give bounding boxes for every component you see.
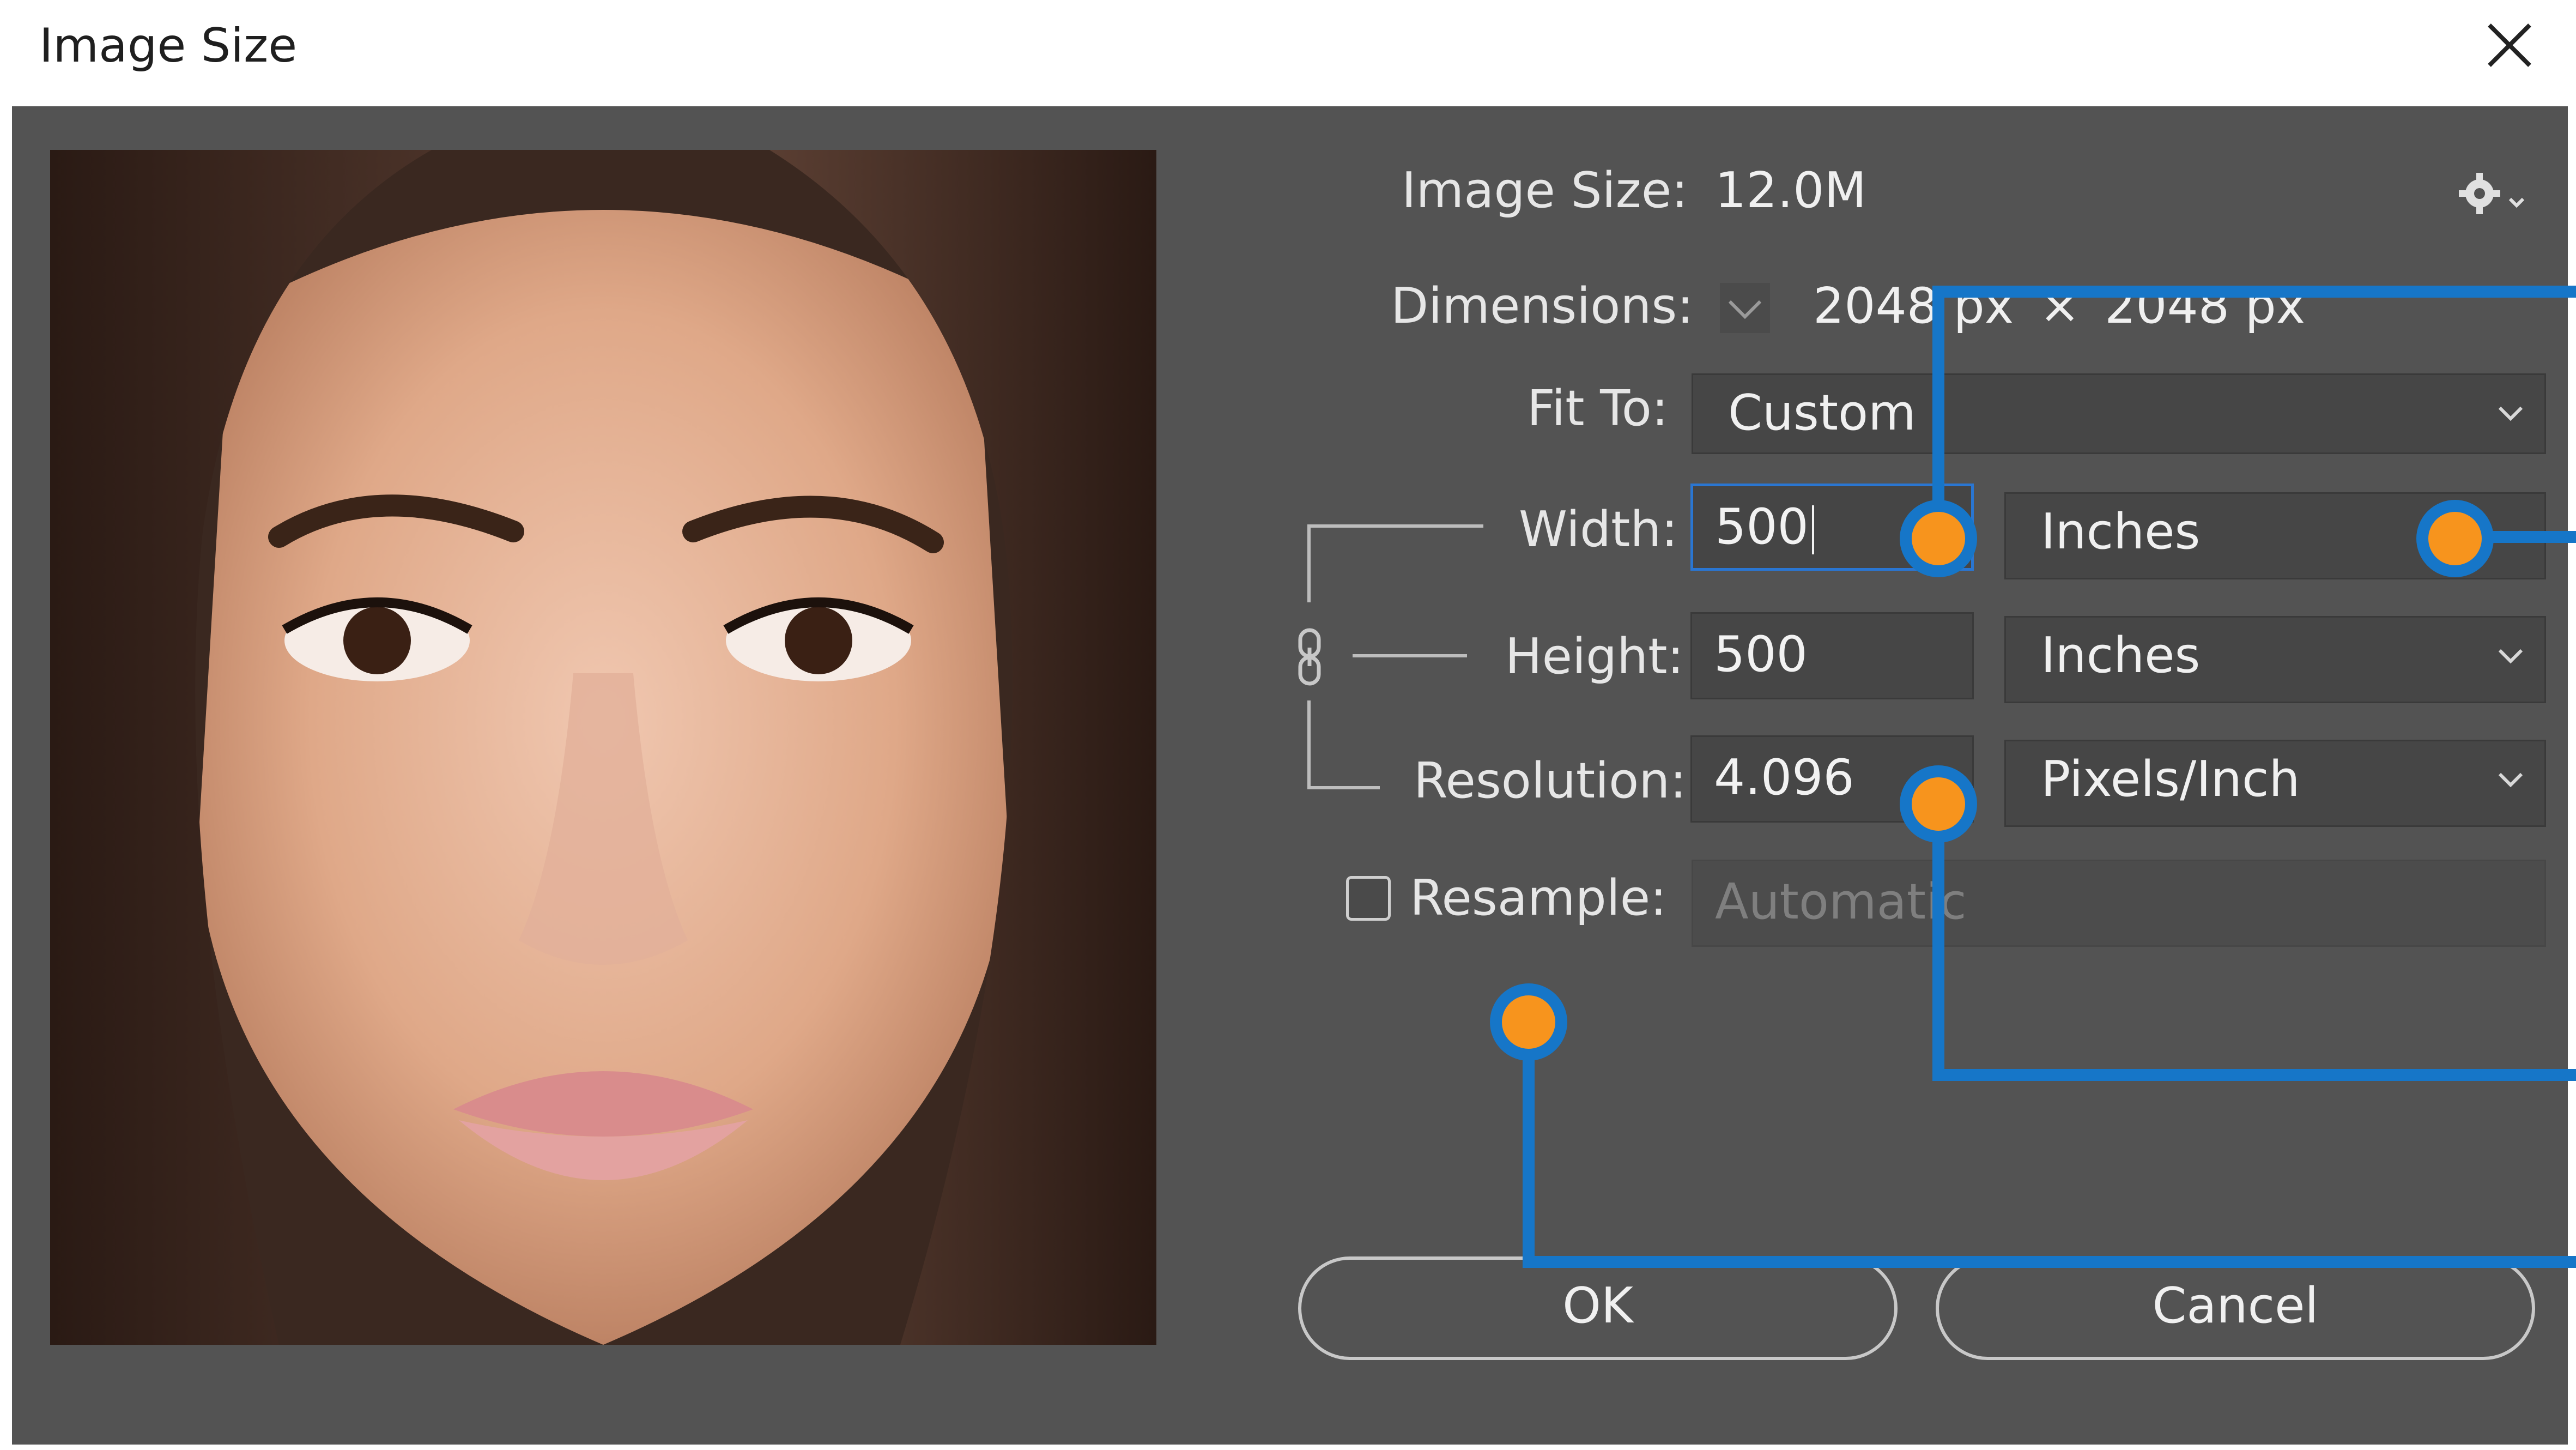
chevron-down-icon (2498, 772, 2523, 788)
cancel-button[interactable]: Cancel (1936, 1256, 2535, 1360)
image-size-label: Image Size: (1402, 162, 1688, 219)
ok-button[interactable]: OK (1298, 1256, 1898, 1360)
fit-to-select[interactable]: Custom (1692, 373, 2546, 454)
height-label: Height: (1505, 628, 1684, 685)
chevron-down-icon (2498, 406, 2523, 421)
chevron-down-icon[interactable] (1718, 281, 1772, 335)
resample-checkbox[interactable] (1346, 876, 1391, 921)
width-value: 500 (1715, 498, 1809, 555)
dimensions-height-value: 2048 px (2105, 277, 2306, 335)
dimensions-label: Dimensions: (1391, 277, 1694, 335)
portrait-preview-image (50, 150, 1156, 1345)
image-size-value: 12.0M (1715, 162, 1867, 219)
fit-to-label: Fit To: (1527, 380, 1669, 437)
height-unit-select[interactable]: Inches (2004, 616, 2546, 703)
resample-method-select: Automatic (1692, 860, 2546, 947)
chain-link-icon[interactable] (1294, 627, 1326, 687)
width-input[interactable]: 500 (1690, 484, 1974, 571)
width-label: Width: (1519, 501, 1678, 558)
resolution-unit-value: Pixels/Inch (2041, 751, 2300, 808)
height-unit-value: Inches (2041, 627, 2201, 684)
fit-to-value: Custom (1728, 384, 1916, 442)
resolution-unit-select[interactable]: Pixels/Inch (2004, 740, 2546, 827)
dialog-title: Image Size (39, 19, 298, 73)
resolution-value: 4.096 (1714, 749, 1854, 806)
height-value: 500 (1714, 626, 1808, 683)
width-unit-select[interactable]: Inches (2004, 492, 2546, 579)
dimensions-times: × (2039, 277, 2081, 335)
resolution-input[interactable]: 4.096 (1690, 735, 1974, 823)
dialog-body: Image Size: 12.0M Dimensions: 2048 px × … (12, 106, 2568, 1445)
close-icon[interactable] (2480, 15, 2539, 75)
height-input[interactable]: 500 (1690, 612, 1974, 699)
resample-label: Resample: (1410, 869, 1667, 927)
dimensions-width-value: 2048 px (1813, 277, 2014, 335)
title-bar: Image Size (0, 0, 2576, 106)
width-unit-value: Inches (2041, 503, 2201, 560)
constrain-proportions-bracket (1307, 524, 1483, 789)
gear-icon[interactable] (2458, 171, 2534, 220)
image-preview[interactable] (50, 150, 1156, 1345)
text-caret (1811, 505, 1814, 555)
resample-method-value: Automatic (1715, 873, 1967, 931)
chevron-down-icon (2498, 649, 2523, 664)
